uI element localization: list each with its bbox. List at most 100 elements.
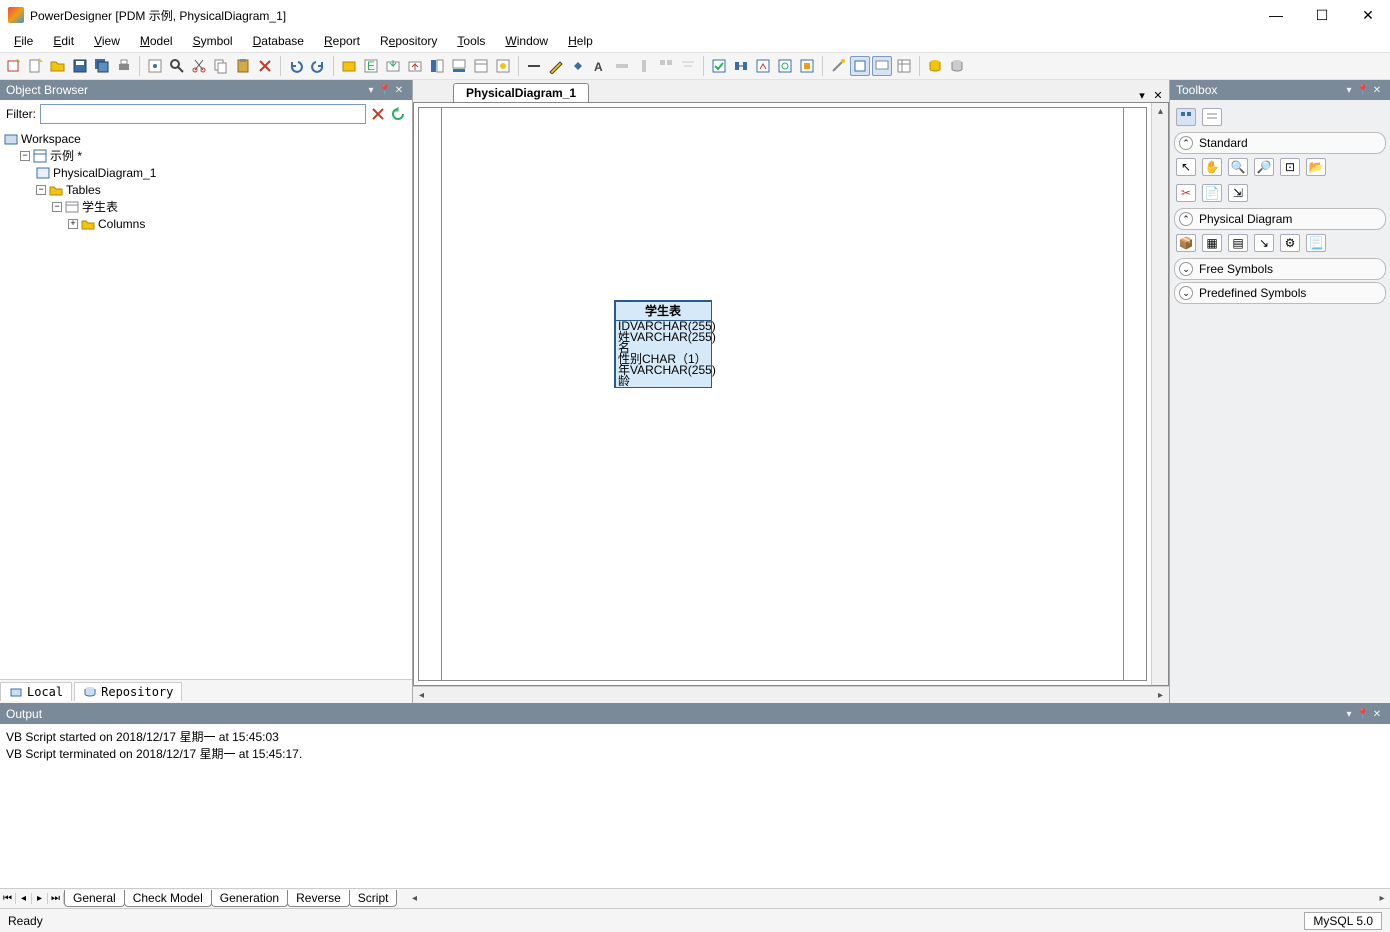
- menu-window[interactable]: Window: [497, 32, 556, 50]
- extended-icon[interactable]: E: [361, 56, 381, 76]
- loginfo-icon[interactable]: [850, 56, 870, 76]
- menu-repository[interactable]: Repository: [372, 32, 445, 50]
- welcome-icon[interactable]: [493, 56, 513, 76]
- entity-student-table[interactable]: 学生表 IDVARCHAR(255)姓名VARCHAR(255)性别CHAR（1…: [614, 300, 712, 388]
- toolbox-section-physical[interactable]: ⌃ Physical Diagram: [1174, 208, 1386, 230]
- tab-local[interactable]: Local: [0, 682, 72, 701]
- db-generate-icon[interactable]: [925, 56, 945, 76]
- reference-icon[interactable]: ↘: [1254, 234, 1274, 252]
- tab-repository[interactable]: Repository: [74, 682, 182, 701]
- menu-file[interactable]: File: [6, 32, 41, 50]
- output-tab-check[interactable]: Check Model: [124, 890, 212, 907]
- tree-columns[interactable]: Columns: [98, 217, 145, 231]
- procedure-icon[interactable]: ⚙: [1280, 234, 1300, 252]
- generate-oom-icon[interactable]: [797, 56, 817, 76]
- tab-close-icon[interactable]: ✕: [1151, 89, 1165, 102]
- new-project-icon[interactable]: [4, 56, 24, 76]
- spreadsheet-icon[interactable]: [894, 56, 914, 76]
- output-icon[interactable]: [449, 56, 469, 76]
- output-tab-script[interactable]: Script: [349, 890, 398, 907]
- tab-dropdown-icon[interactable]: ▾: [1135, 89, 1149, 102]
- paste-icon[interactable]: [233, 56, 253, 76]
- note-icon[interactable]: 📄: [1202, 184, 1222, 202]
- tab-next-icon[interactable]: ▸: [32, 893, 48, 904]
- output-text[interactable]: VB Script started on 2018/12/17 星期一 at 1…: [0, 724, 1390, 888]
- table-tool-icon[interactable]: ▦: [1202, 234, 1222, 252]
- maximize-button[interactable]: ☐: [1308, 7, 1336, 24]
- vertical-icon[interactable]: [634, 56, 654, 76]
- collapse-icon[interactable]: −: [52, 202, 62, 212]
- collapse-icon[interactable]: −: [20, 151, 30, 161]
- toolbox-section-standard[interactable]: ⌃ Standard: [1174, 132, 1386, 154]
- menu-model[interactable]: Model: [132, 32, 181, 50]
- toolbox-section-predefined[interactable]: ⌄ Predefined Symbols: [1174, 282, 1386, 304]
- connect-icon[interactable]: [828, 56, 848, 76]
- pointer-icon[interactable]: ↖: [1176, 158, 1196, 176]
- undo-icon[interactable]: [286, 56, 306, 76]
- tab-first-icon[interactable]: ⏮: [0, 893, 16, 904]
- properties-icon[interactable]: [145, 56, 165, 76]
- panel-close-icon[interactable]: ✕: [1370, 85, 1384, 96]
- menu-symbol[interactable]: Symbol: [185, 32, 241, 50]
- generate-pdm-icon[interactable]: [753, 56, 773, 76]
- line-style-icon[interactable]: [524, 56, 544, 76]
- impact-icon[interactable]: [731, 56, 751, 76]
- fill-icon[interactable]: [568, 56, 588, 76]
- open-icon[interactable]: [48, 56, 68, 76]
- view-tool-icon[interactable]: ▤: [1228, 234, 1248, 252]
- zoom-in-icon[interactable]: 🔍: [1228, 158, 1248, 176]
- filter-refresh-icon[interactable]: [390, 106, 406, 122]
- output-tab-generation[interactable]: Generation: [211, 890, 288, 907]
- find-icon[interactable]: [167, 56, 187, 76]
- link-icon[interactable]: ⇲: [1228, 184, 1248, 202]
- delete-icon[interactable]: [255, 56, 275, 76]
- export-icon[interactable]: [405, 56, 425, 76]
- pen-icon[interactable]: [546, 56, 566, 76]
- diagram-tab[interactable]: PhysicalDiagram_1: [453, 83, 589, 102]
- tree-workspace[interactable]: Workspace: [21, 132, 81, 146]
- save-all-icon[interactable]: [92, 56, 112, 76]
- zoom-fit-icon[interactable]: ⊡: [1280, 158, 1300, 176]
- output-hscroll[interactable]: ◂▸: [406, 893, 1390, 904]
- panel-close-icon[interactable]: ✕: [392, 85, 406, 96]
- new-package-icon[interactable]: [339, 56, 359, 76]
- tab-last-icon[interactable]: ⏭: [48, 893, 64, 904]
- grid-icon[interactable]: [656, 56, 676, 76]
- view-large-icon[interactable]: [1176, 108, 1196, 126]
- panel-dropdown-icon[interactable]: ▾: [364, 85, 378, 96]
- panel-dropdown-icon[interactable]: ▾: [1342, 85, 1356, 96]
- db-reverse-icon[interactable]: [947, 56, 967, 76]
- package-icon[interactable]: 📦: [1176, 234, 1196, 252]
- tree-diagram[interactable]: PhysicalDiagram_1: [53, 166, 156, 180]
- zoom-out-icon[interactable]: 🔎: [1254, 158, 1274, 176]
- tree-tables[interactable]: Tables: [66, 183, 101, 197]
- font-icon[interactable]: A: [590, 56, 610, 76]
- panel-pin-icon[interactable]: 📍: [1356, 85, 1370, 96]
- expand-icon[interactable]: +: [68, 219, 78, 229]
- output-tab-general[interactable]: General: [64, 890, 125, 907]
- result-icon[interactable]: [471, 56, 491, 76]
- delete-icon[interactable]: ✂: [1176, 184, 1196, 202]
- object-tree[interactable]: Workspace − 示例 * PhysicalDiagram_1 − Tab…: [0, 128, 412, 679]
- generate-cdm-icon[interactable]: [775, 56, 795, 76]
- toolbox-section-free[interactable]: ⌄ Free Symbols: [1174, 258, 1386, 280]
- cut-icon[interactable]: [189, 56, 209, 76]
- collapse-icon[interactable]: −: [36, 185, 46, 195]
- close-button[interactable]: ✕: [1354, 7, 1382, 24]
- vertical-scrollbar[interactable]: ▴: [1151, 103, 1168, 685]
- copy-icon[interactable]: [211, 56, 231, 76]
- file-icon[interactable]: 📃: [1306, 234, 1326, 252]
- tab-prev-icon[interactable]: ◂: [16, 893, 32, 904]
- print-icon[interactable]: [114, 56, 134, 76]
- view-list-icon[interactable]: [1202, 108, 1222, 126]
- filter-clear-icon[interactable]: [370, 106, 386, 122]
- import-icon[interactable]: [383, 56, 403, 76]
- tree-model[interactable]: 示例 *: [50, 147, 82, 164]
- diagram-canvas[interactable]: 学生表 IDVARCHAR(255)姓名VARCHAR(255)性别CHAR（1…: [418, 107, 1147, 681]
- align-icon[interactable]: [678, 56, 698, 76]
- panel-pin-icon[interactable]: 📍: [378, 85, 392, 96]
- horizontal-scrollbar[interactable]: ◂▸: [413, 686, 1169, 703]
- check-icon[interactable]: [709, 56, 729, 76]
- browser-icon[interactable]: [427, 56, 447, 76]
- new-model-icon[interactable]: [26, 56, 46, 76]
